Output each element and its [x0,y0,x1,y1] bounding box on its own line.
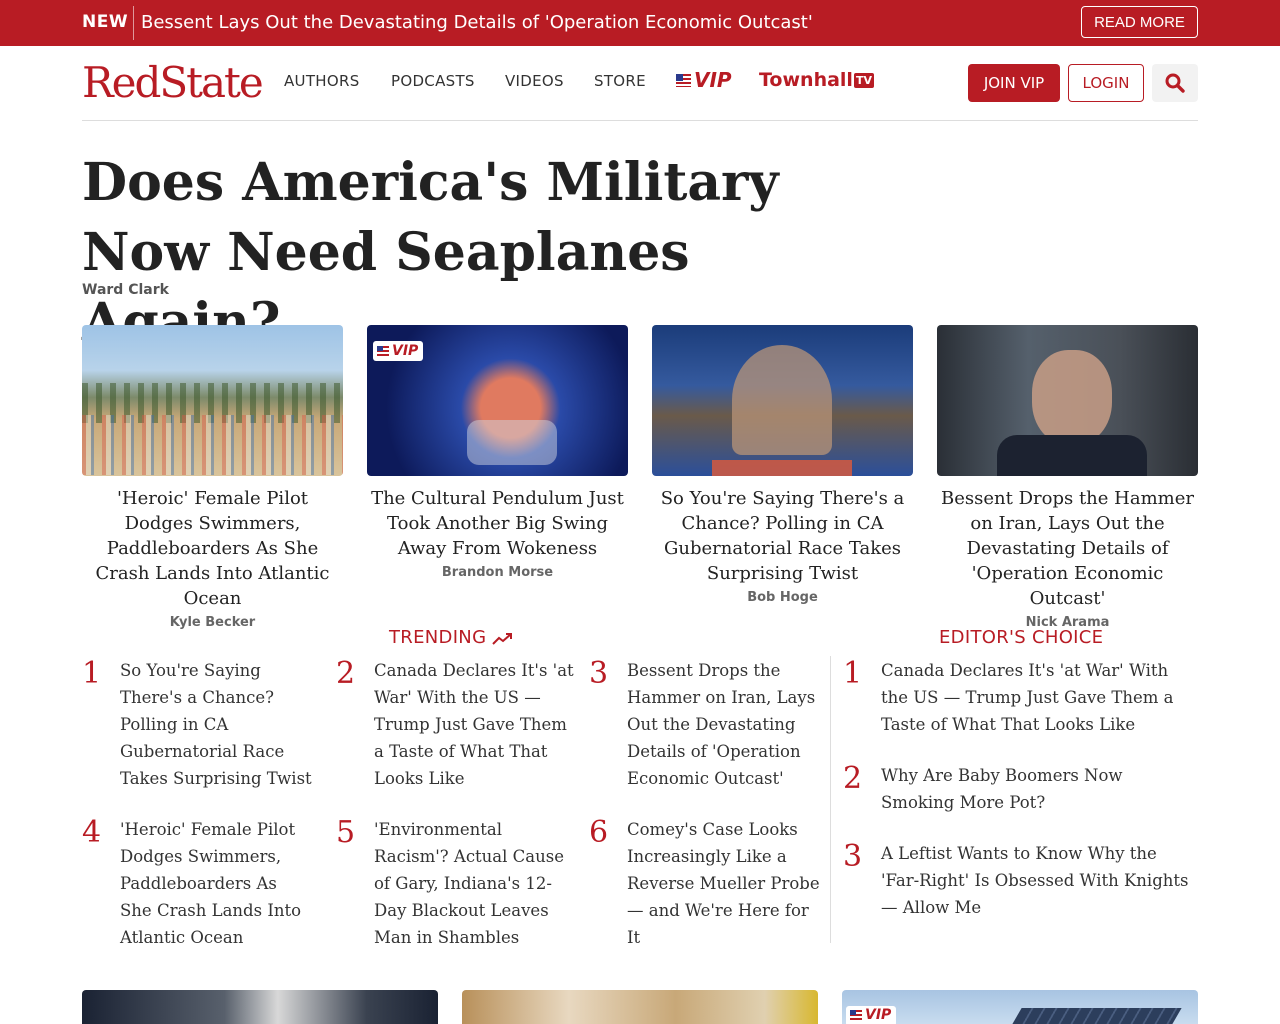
trending-link[interactable]: Comey's Case Looks Increasingly Like a R… [627,816,827,951]
story-title[interactable]: The Cultural Pendulum Just Took Another … [367,486,628,561]
editors-choice-rank: 3 [843,839,863,874]
vip-badge-label: VIP [392,343,419,359]
editors-choice-heading: EDITOR'S CHOICE [939,627,1103,648]
story-thumbnail-portrait[interactable] [82,990,438,1024]
story-card[interactable]: Bessent Drops the Hammer on Iran, Lays O… [937,325,1198,630]
flag-icon [377,346,389,356]
trending-rank: 6 [589,815,609,850]
join-vip-button[interactable]: JOIN VIP [968,64,1060,102]
nav-townhall-tv[interactable]: Townhall TV [759,69,874,91]
tv-badge: TV [853,72,874,88]
story-title[interactable]: 'Heroic' Female Pilot Dodges Swimmers, P… [82,486,343,611]
editors-choice-rank: 1 [843,656,863,691]
story-thumbnail-portrait[interactable] [937,325,1198,476]
story-card[interactable]: So You're Saying There's a Chance? Polli… [652,325,913,605]
flag-icon [850,1010,862,1020]
search-icon [1165,73,1185,93]
townhall-label: Townhall [759,69,853,91]
nav-podcasts[interactable]: PODCASTS [391,72,475,90]
nav-authors[interactable]: AUTHORS [284,72,360,90]
search-button[interactable] [1152,64,1198,102]
banner-headline-link[interactable]: Bessent Lays Out the Devastating Details… [141,12,813,33]
trending-rank: 4 [82,815,102,850]
site-logo[interactable]: RedState [82,60,264,106]
trending-heading: TRENDING [389,627,514,648]
story-author[interactable]: Bob Hoge [652,590,913,605]
header-divider [82,120,1198,121]
vip-badge-label: VIP [865,1007,892,1023]
story-thumbnail-controller[interactable]: VIP [367,325,628,476]
read-more-button[interactable]: READ MORE [1081,6,1198,38]
trending-heading-label: TRENDING [389,627,487,648]
trending-up-icon [492,632,513,645]
story-thumbnail-beach[interactable] [82,325,343,476]
editors-choice-link[interactable]: Canada Declares It's 'at War' With the U… [881,657,1198,738]
banner-separator [133,6,134,40]
trending-link[interactable]: 'Environmental Racism'? Actual Cause of … [374,816,574,951]
editors-choice-link[interactable]: A Leftist Wants to Know Why the 'Far-Rig… [881,840,1198,921]
trending-rank: 1 [82,656,102,691]
editors-choice-heading-label: EDITOR'S CHOICE [939,627,1104,648]
trending-link[interactable]: Bessent Drops the Hammer on Iran, Lays O… [627,657,819,792]
trending-link[interactable]: So You're Saying There's a Chance? Polli… [120,657,325,792]
breaking-news-banner: NEW Bessent Lays Out the Devastating Det… [0,0,1280,46]
trending-rank: 2 [336,656,356,691]
story-thumbnail-solar[interactable]: VIP [842,990,1198,1024]
vip-badge: VIP [846,1006,897,1024]
trending-rank: 5 [336,815,356,850]
flag-icon [676,73,691,87]
story-thumbnail-rally[interactable] [652,325,913,476]
vip-badge: VIP [373,341,424,361]
story-thumbnail-event[interactable] [462,990,818,1024]
hero-author[interactable]: Ward Clark [82,282,169,298]
column-divider [830,656,831,943]
nav-store[interactable]: STORE [594,72,646,90]
login-button[interactable]: LOGIN [1068,64,1144,102]
editors-choice-link[interactable]: Why Are Baby Boomers Now Smoking More Po… [881,762,1198,816]
editors-choice-rank: 2 [843,761,863,796]
nav-vip-label: VIP [694,68,732,92]
story-card[interactable]: 'Heroic' Female Pilot Dodges Swimmers, P… [82,325,343,630]
nav-videos[interactable]: VIDEOS [505,72,564,90]
story-title[interactable]: So You're Saying There's a Chance? Polli… [652,486,913,586]
story-author[interactable]: Kyle Becker [82,615,343,630]
story-title[interactable]: Bessent Drops the Hammer on Iran, Lays O… [937,486,1198,611]
trending-rank: 3 [589,656,609,691]
nav-vip[interactable]: VIP [676,68,732,92]
banner-new-label: NEW [82,12,129,32]
trending-link[interactable]: 'Heroic' Female Pilot Dodges Swimmers, P… [120,816,310,951]
trending-link[interactable]: Canada Declares It's 'at War' With the U… [374,657,579,792]
story-card[interactable]: VIP The Cultural Pendulum Just Took Anot… [367,325,628,580]
story-author[interactable]: Brandon Morse [367,565,628,580]
